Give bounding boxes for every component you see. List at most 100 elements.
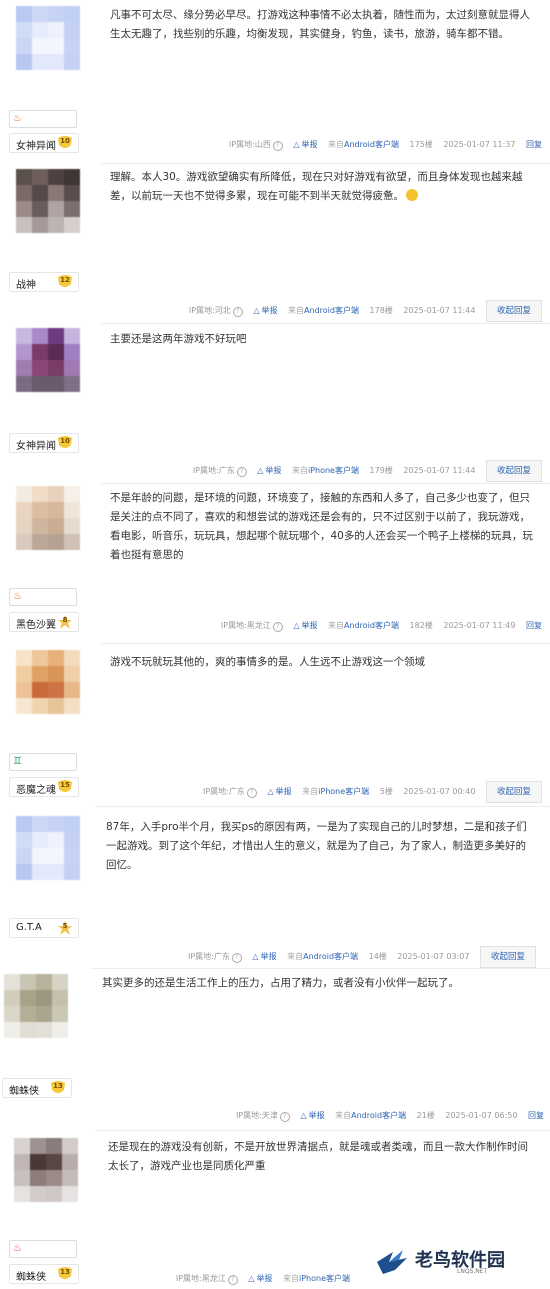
avatar-pixel (16, 22, 32, 38)
avatar-pixel (48, 864, 64, 880)
post-content: 其实更多的还是生活工作上的压力，占用了精力，或者没有小伙伴一起玩了。 (102, 977, 459, 989)
username[interactable]: 蜘蛛侠 (16, 1268, 46, 1283)
avatar-pixel (64, 201, 80, 217)
username[interactable]: 女神异闻 (16, 137, 56, 152)
collapse-reply-button[interactable]: 收起回复 (485, 300, 542, 322)
user-badge[interactable]: 恶魔之魂 15 (9, 777, 79, 797)
avatar-pixel (64, 6, 80, 22)
avatar[interactable] (4, 974, 68, 1038)
help-icon[interactable]: ? (227, 1275, 238, 1285)
avatar-pixel (46, 1170, 62, 1186)
avatar-pixel (48, 185, 64, 201)
avatar-pixel (16, 217, 32, 233)
collapse-reply-button[interactable]: 收起回复 (485, 781, 542, 803)
post-meta: IP属地:广东? 举报 来自iPhone客户端 179楼 2025-01-07 … (185, 460, 542, 482)
collapse-reply-button[interactable]: 收起回复 (485, 460, 542, 482)
medal-strip: ♨ (9, 588, 77, 606)
reply-link[interactable]: 回复 (526, 140, 542, 149)
avatar-pixel (52, 1006, 68, 1022)
bird-logo-icon (377, 1250, 407, 1274)
avatar-pixel (32, 185, 48, 201)
avatar-pixel (4, 1022, 20, 1038)
level-icon: 8 (56, 614, 74, 630)
avatar-pixel (64, 376, 80, 392)
username[interactable]: 女神异闻 (16, 437, 56, 452)
username[interactable]: 恶魔之魂 (16, 781, 56, 796)
avatar-pixel (48, 502, 64, 518)
report-link[interactable]: 举报 (252, 952, 276, 961)
divider (100, 643, 550, 644)
help-icon[interactable]: ? (246, 788, 257, 798)
avatar-pixel (16, 502, 32, 518)
help-icon[interactable]: ? (236, 467, 247, 477)
floor-number: 21楼 (416, 1111, 435, 1120)
floor-number: 182楼 (409, 621, 433, 630)
user-badge[interactable]: 蜘蛛侠 13 (2, 1078, 72, 1098)
reply-link[interactable]: 回复 (526, 621, 542, 630)
avatar-pixel (32, 534, 48, 550)
username[interactable]: 蜘蛛侠 (9, 1082, 39, 1097)
report-link[interactable]: 举报 (293, 621, 317, 630)
avatar-pixel (46, 1186, 62, 1202)
ip-location: IP属地:黑龙江 (220, 621, 271, 630)
report-link[interactable]: 举报 (267, 787, 291, 796)
avatar-pixel (48, 848, 64, 864)
help-icon[interactable]: ? (272, 141, 283, 151)
avatar[interactable] (16, 328, 80, 392)
avatar[interactable] (16, 650, 80, 714)
avatar-pixel (64, 698, 80, 714)
post-content: 还是现在的游戏没有创新，不是开放世界清据点，就是魂或者类魂，而且一款大作制作时间… (108, 1141, 528, 1172)
help-icon[interactable]: ? (272, 622, 283, 632)
post-meta: IP属地:天津? 举报 来自Android客户端 21楼 2025-01-07 … (228, 1110, 544, 1122)
avatar[interactable] (14, 1138, 78, 1202)
avatar-pixel (16, 832, 32, 848)
client-info: 来自Android客户端 (335, 1111, 407, 1120)
avatar[interactable] (16, 6, 80, 70)
floor-number: 179楼 (369, 466, 393, 475)
report-link[interactable]: 举报 (248, 1274, 272, 1283)
level-icon: 13 (56, 1266, 74, 1282)
user-badge[interactable]: 女神异闻 10 (9, 433, 79, 453)
report-link[interactable]: 举报 (253, 306, 277, 315)
report-link[interactable]: 举报 (293, 140, 317, 149)
avatar-pixel (48, 650, 64, 666)
user-badge[interactable]: 女神异闻 10 (9, 133, 79, 153)
report-link[interactable]: 举报 (257, 466, 281, 475)
user-badge[interactable]: 黑色沙翼 8 (9, 612, 79, 632)
post: 战神 12 理解。本人30。游戏欲望确实有所降低，现在只对好游戏有欲望，而且身体… (0, 160, 550, 322)
help-icon[interactable]: ? (232, 307, 243, 317)
avatar-pixel (16, 360, 32, 376)
avatar-pixel (48, 682, 64, 698)
avatar-pixel (30, 1138, 46, 1154)
level-icon: 13 (49, 1080, 67, 1096)
avatar-pixel (62, 1186, 78, 1202)
username[interactable]: 黑色沙翼 (16, 616, 56, 631)
avatar-pixel (48, 666, 64, 682)
avatar[interactable] (16, 169, 80, 233)
help-icon[interactable]: ? (231, 953, 242, 963)
help-icon[interactable]: ? (279, 1112, 290, 1122)
user-badge[interactable]: 战神 12 (9, 272, 79, 292)
reply-link[interactable]: 回复 (528, 1111, 544, 1120)
ip-location: IP属地:山西 (228, 140, 271, 149)
username[interactable]: 战神 (16, 276, 36, 291)
avatar-pixel (32, 344, 48, 360)
divider (95, 1130, 550, 1131)
avatar-pixel (16, 169, 32, 185)
avatar-pixel (64, 38, 80, 54)
post-content: 87年，入手pro半个月，我买ps的原因有两，一是为了实现自己的儿时梦想，二是和… (106, 821, 527, 871)
username[interactable]: G.T.A (16, 922, 42, 933)
report-link[interactable]: 举报 (300, 1111, 324, 1120)
avatar-pixel (36, 990, 52, 1006)
avatar-pixel (32, 816, 48, 832)
ip-location: IP属地:广东 (192, 466, 235, 475)
avatar-pixel (64, 344, 80, 360)
avatar[interactable] (16, 486, 80, 550)
client-info: 来自iPhone客户端 (302, 787, 370, 796)
post-time: 2025-01-07 11:44 (403, 306, 476, 315)
collapse-reply-button[interactable]: 收起回复 (479, 946, 536, 968)
user-badge[interactable]: G.T.A 5 (9, 918, 79, 938)
post: ♊ 恶魔之魂 15 游戏不玩就玩其他的，爽的事情多的是。人生远不止游戏这一个领域… (0, 645, 550, 805)
user-badge[interactable]: 蜘蛛侠 13 (9, 1264, 79, 1284)
avatar[interactable] (16, 816, 80, 880)
